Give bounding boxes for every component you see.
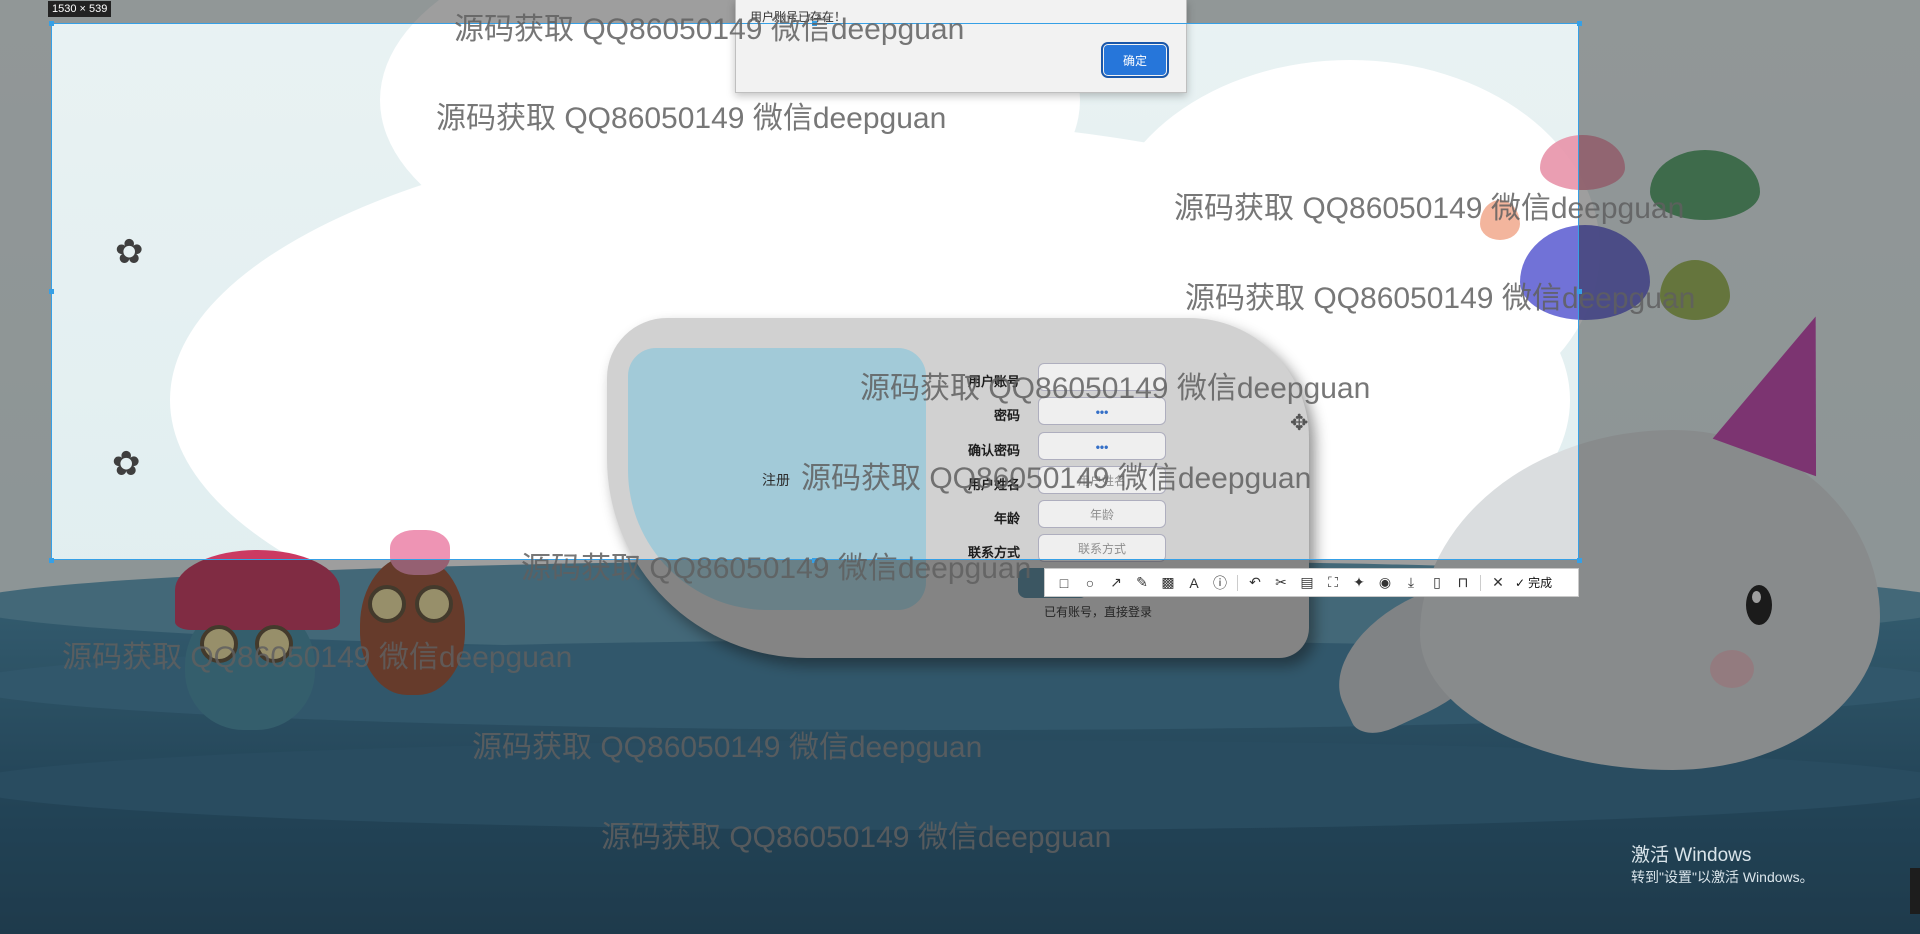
resize-handle[interactable] [49, 289, 54, 294]
phone-icon[interactable]: ▯ [1424, 570, 1450, 596]
windows-activation-title: 激活 Windows [1631, 845, 1752, 866]
move-cursor-icon: ✥ [1290, 410, 1309, 435]
watermark-text: 源码获取 QQ86050149 微信deepguan [1174, 192, 1685, 225]
bookmark-icon[interactable]: ⊓ [1450, 570, 1476, 596]
circle-icon[interactable]: ○ [1077, 570, 1103, 596]
resize-handle[interactable] [1577, 21, 1582, 26]
number-marker-icon[interactable]: ⓘ [1207, 570, 1233, 596]
puzzle-icon: ✿ [112, 445, 141, 483]
watermark-text: 源码获取 QQ86050149 微信deepguan [521, 552, 1032, 585]
toolbar-separator [1237, 574, 1238, 591]
watermark-text: 源码获取 QQ86050149 微信deepguan [801, 462, 1312, 495]
puzzle-icon: ✿ [115, 233, 144, 271]
resize-handle[interactable] [49, 21, 54, 26]
check-icon: ✓ [1515, 575, 1526, 590]
selection-size-label: 1530 × 539 [48, 1, 112, 17]
ocr-icon[interactable]: ▤ [1294, 570, 1320, 596]
pin-icon[interactable]: ✦ [1346, 570, 1372, 596]
record-icon[interactable]: ◉ [1372, 570, 1398, 596]
watermark-text: 源码获取 QQ86050149 微信deepguan [62, 641, 573, 674]
rectangle-icon[interactable]: □ [1051, 570, 1077, 596]
watermark-text: 源码获取 QQ86050149 微信deepguan [472, 731, 983, 764]
capture-toolbar: □ ○ ↗ ✎ ▩ Aⓘ ↶ ✂ ▤ ⛶ ✦ ◉ ⤓ ▯ ⊓ ✕ ✓ 完成 [1044, 568, 1579, 597]
watermark-text: 源码获取 QQ86050149 微信deepguan [860, 372, 1371, 405]
toolbar-separator [1480, 574, 1481, 591]
scrollbar[interactable] [1910, 868, 1920, 914]
watermark-text: 源码获取 QQ86050149 微信deepguan [454, 13, 965, 46]
done-label: 完成 [1528, 576, 1553, 590]
download-icon[interactable]: ⤓ [1398, 570, 1424, 596]
undo-icon[interactable]: ↶ [1242, 570, 1268, 596]
pencil-icon[interactable]: ✎ [1129, 570, 1155, 596]
scissors-icon[interactable]: ✂ [1268, 570, 1294, 596]
watermark-text: 源码获取 QQ86050149 微信deepguan [601, 821, 1112, 854]
watermark-text: 源码获取 QQ86050149 微信deepguan [1185, 282, 1696, 315]
arrow-icon[interactable]: ↗ [1103, 570, 1129, 596]
close-icon[interactable]: ✕ [1485, 570, 1511, 596]
watermark-text: 源码获取 QQ86050149 微信deepguan [436, 102, 947, 135]
text-icon[interactable]: A [1181, 570, 1207, 596]
resize-handle[interactable] [49, 558, 54, 563]
resize-handle[interactable] [1577, 558, 1582, 563]
mosaic-icon[interactable]: ▩ [1155, 570, 1181, 596]
done-button[interactable]: ✓ 完成 [1515, 574, 1552, 591]
scan-icon[interactable]: ⛶ [1320, 570, 1346, 596]
windows-activation-subtitle: 转到"设置"以激活 Windows。 [1631, 869, 1814, 885]
